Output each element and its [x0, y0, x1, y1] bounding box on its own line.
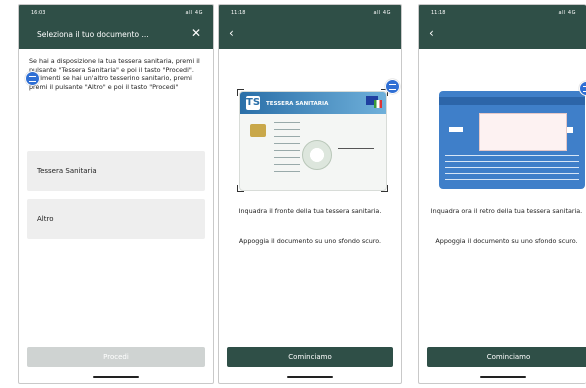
card-back-illustration — [439, 91, 585, 189]
card-back-mark — [567, 127, 573, 133]
card-front-screen: 11:18 all 4G ‹ TS TESSERA SANITARIA Inqu… — [218, 4, 402, 384]
header-bar: ‹ — [219, 21, 401, 49]
ts-logo: TS — [246, 96, 261, 110]
status-bar: 11:18 all 4G — [419, 5, 586, 21]
scan-corner — [381, 185, 388, 192]
close-icon[interactable]: ✕ — [191, 26, 201, 40]
header-bar: ‹ — [419, 21, 586, 49]
card-back-lines — [445, 155, 579, 185]
caption-main: Inquadra ora il retro della tua tessera … — [430, 207, 583, 215]
scan-corner — [237, 185, 244, 192]
signature-line — [338, 148, 374, 149]
signal-battery-icon: all 4G — [558, 10, 576, 16]
status-bar: 16:03 all 4G — [19, 5, 213, 21]
magnetic-band — [439, 97, 585, 105]
emblem-icon — [302, 140, 332, 170]
chip-icon — [250, 124, 266, 137]
screen-title: Seleziona il tuo documento ... — [37, 30, 149, 39]
back-arrow-icon[interactable]: ‹ — [229, 26, 234, 40]
cominciamo-button[interactable]: Cominciamo — [227, 347, 393, 367]
back-arrow-icon[interactable]: ‹ — [429, 26, 434, 40]
chat-icon[interactable] — [385, 79, 400, 94]
card-title: TESSERA SANITARIA — [266, 101, 329, 107]
caption-main: Inquadra il fronte della tua tessera san… — [238, 207, 382, 215]
card-front-illustration: TS TESSERA SANITARIA — [239, 91, 387, 191]
signal-battery-icon: all 4G — [373, 10, 391, 16]
cominciamo-button[interactable]: Cominciamo — [427, 347, 586, 367]
card-back-screen: 11:18 all 4G ‹ Inquadra ora il retro del… — [418, 4, 586, 384]
option-tessera-sanitaria[interactable]: Tessera Sanitaria — [27, 151, 205, 191]
card-back-mark — [449, 127, 463, 132]
procedi-button[interactable]: Procedi — [27, 347, 205, 367]
home-indicator — [287, 376, 333, 378]
header-bar: Seleziona il tuo documento ... ✕ — [19, 21, 213, 49]
document-selection-screen: 16:03 all 4G Seleziona il tuo documento … — [18, 4, 214, 384]
option-label: Tessera Sanitaria — [37, 167, 97, 175]
chat-icon[interactable] — [25, 71, 40, 86]
signal-battery-icon: all 4G — [185, 10, 203, 16]
caption-sub: Appoggia il documento su uno sfondo scur… — [435, 237, 578, 245]
status-time: 11:18 — [431, 10, 446, 16]
card-back-panel — [479, 113, 567, 151]
status-time: 16:03 — [31, 10, 46, 16]
scan-corner — [237, 89, 244, 96]
italy-flag-icon — [374, 100, 382, 108]
home-indicator — [93, 376, 139, 378]
status-time: 11:18 — [231, 10, 246, 16]
caption-sub: Appoggia il documento su uno sfondo scur… — [238, 237, 382, 245]
home-indicator — [479, 376, 526, 378]
option-label: Altro — [37, 215, 54, 223]
card-fields — [274, 122, 300, 172]
option-altro[interactable]: Altro — [27, 199, 205, 239]
status-bar: 11:18 all 4G — [219, 5, 401, 21]
instructions-text: Se hai a disposizione la tua tessera san… — [29, 57, 200, 91]
